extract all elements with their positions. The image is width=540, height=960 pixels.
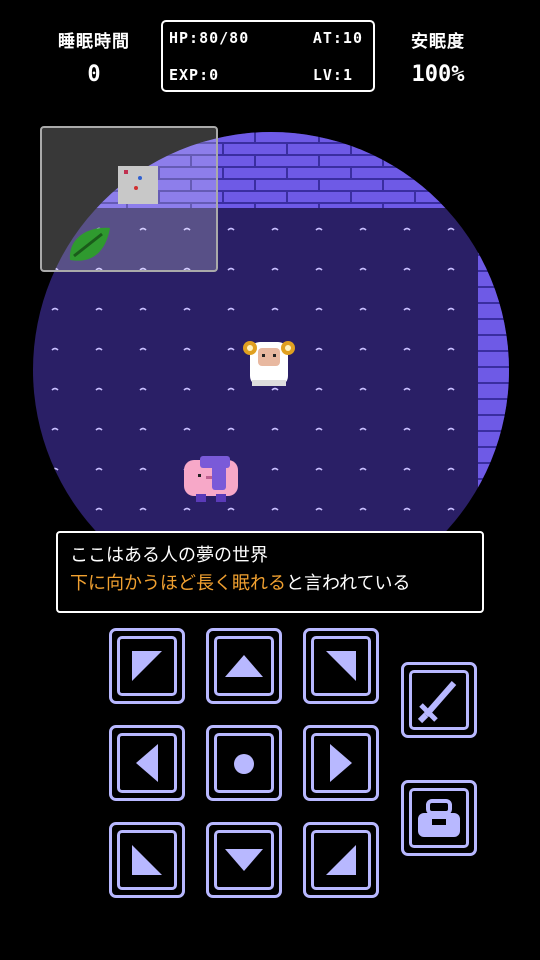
arrow-up-left-icon xyxy=(132,651,162,681)
sleep-time-label: 睡眠時間 xyxy=(58,32,130,52)
move-up-right-button[interactable] xyxy=(303,628,379,704)
comfort-value: 100% xyxy=(411,62,465,87)
minimap-player-marker xyxy=(138,176,142,180)
move-up-left-button[interactable] xyxy=(109,628,185,704)
arrow-up-right-icon xyxy=(326,651,356,681)
arrow-right-icon xyxy=(330,744,352,782)
message-highlight: 下に向かうほど長く眠れる xyxy=(70,573,286,594)
bag-icon xyxy=(418,799,460,837)
message-line-1: ここはある人の夢の世界 xyxy=(70,545,268,566)
dot-icon xyxy=(234,754,254,774)
comfort-label: 安眠度 xyxy=(411,32,465,52)
wait-button[interactable] xyxy=(206,725,282,801)
player-character xyxy=(184,456,238,502)
minimap-enemy-marker xyxy=(124,170,128,174)
move-down-right-button[interactable] xyxy=(303,822,379,898)
message-rest: と言われている xyxy=(286,573,411,594)
minimap xyxy=(40,126,218,272)
sleep-time-value: 0 xyxy=(87,62,101,87)
minimap-marker xyxy=(134,186,138,190)
sheep-character xyxy=(243,341,295,386)
move-left-button[interactable] xyxy=(109,725,185,801)
arrow-up-icon xyxy=(225,655,263,677)
leaf-icon xyxy=(69,227,110,261)
attack-button[interactable] xyxy=(401,662,477,738)
move-up-button[interactable] xyxy=(206,628,282,704)
arrow-down-right-icon xyxy=(326,845,356,875)
arrow-left-icon xyxy=(136,744,158,782)
exp-stat: EXP:0 xyxy=(169,66,220,84)
attack-stat: AT:10 xyxy=(312,29,363,47)
status-panel: HP:80/80 AT:10 EXP:0 LV:1 xyxy=(161,20,375,92)
message-window: ここはある人の夢の世界 下に向かうほど長く眠れると言われている xyxy=(56,531,484,613)
arrow-down-left-icon xyxy=(132,845,162,875)
arrow-down-icon xyxy=(225,849,263,871)
item-bag-button[interactable] xyxy=(401,780,477,856)
move-down-button[interactable] xyxy=(206,822,282,898)
message-line-2: 下に向かうほど長く眠れると言われている xyxy=(70,570,470,598)
move-down-left-button[interactable] xyxy=(109,822,185,898)
move-right-button[interactable] xyxy=(303,725,379,801)
sword-icon xyxy=(417,681,457,724)
hp-stat: HP:80/80 xyxy=(169,29,250,47)
level-stat: LV:1 xyxy=(312,66,353,84)
